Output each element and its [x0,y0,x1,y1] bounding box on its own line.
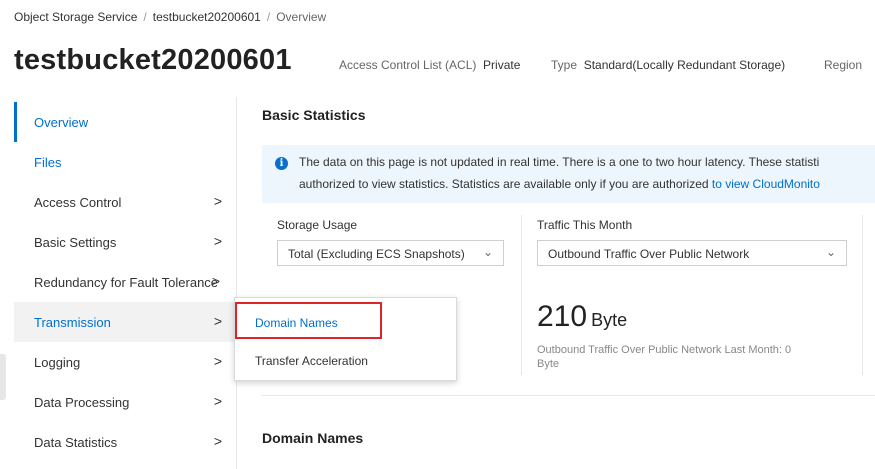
region-meta: Region [824,58,862,72]
sidebar-item-label: Files [34,154,62,170]
chevron-down-icon: ⌄ [482,245,493,259]
sidebar-divider [236,97,237,469]
page-title: testbucket20200601 [14,44,292,76]
basic-statistics-title: Basic Statistics [262,107,366,123]
submenu-item-label: Transfer Acceleration [255,354,368,368]
traffic-value: 210 Byte [537,300,627,334]
type-label: Type [551,58,578,72]
chevron-right-icon: > [213,233,222,249]
sidebar-item-label: Access Control [34,194,122,210]
section-divider [262,395,875,396]
sidebar-item-label: Basic Settings [34,234,117,250]
sidebar-item-label: Data Processing [34,394,130,410]
breadcrumb-separator: / [143,10,147,24]
acl-label: Access Control List (ACL) [339,58,477,72]
storage-usage-select-value: Total (Excluding ECS Snapshots) [288,247,465,261]
type-value: Standard(Locally Redundant Storage) [583,58,786,72]
sidebar-item-access-control[interactable]: Access Control > [14,182,236,222]
domain-names-title: Domain Names [262,430,364,446]
latency-notice: i The data on this page is not updated i… [262,145,875,203]
storage-usage-label: Storage Usage [277,218,358,232]
breadcrumb-item-oss[interactable]: Object Storage Service [14,10,137,24]
acl-value: Private [483,58,521,72]
type-meta: Type Standard(Locally Redundant Storage) [551,58,785,72]
storage-usage-select[interactable]: Total (Excluding ECS Snapshots) ⌄ [277,240,504,266]
chevron-right-icon: > [211,273,220,289]
sidebar-item-data-statistics[interactable]: Data Statistics > [14,422,236,462]
sidebar-item-label: Logging [34,354,81,370]
sidebar-item-overview[interactable]: Overview [14,102,236,142]
submenu-item-transfer-acceleration[interactable]: Transfer Acceleration [235,342,456,378]
sidebar-item-transmission[interactable]: Transmission > [14,302,236,342]
sidebar-item-label: Overview [34,114,89,130]
breadcrumb-item-bucket[interactable]: testbucket20200601 [153,10,261,24]
chevron-right-icon: > [213,393,222,409]
sidebar-item-logging[interactable]: Logging > [14,342,236,382]
chevron-right-icon: > [213,433,222,449]
chevron-down-icon: ⌄ [825,245,836,259]
sidebar-item-redundancy[interactable]: Redundancy for Fault Tolerance > [14,262,236,302]
card-divider [862,215,863,375]
sidebar-item-basic-settings[interactable]: Basic Settings > [14,222,236,262]
info-icon: i [275,157,288,170]
highlight-box [235,302,382,339]
collapse-handle[interactable] [0,354,6,400]
notice-line-1: The data on this page is not updated in … [299,155,820,169]
cloudmonitor-link[interactable]: to view CloudMonito [712,177,820,191]
sidebar-item-label: Redundancy for Fault Tolerance [34,274,219,290]
notice-line-2: authorized to view statistics. Statistic… [299,177,820,191]
traffic-note-line-2: Byte [537,358,560,370]
chevron-right-icon: > [213,313,222,329]
region-label: Region [824,58,863,72]
sidebar-item-files[interactable]: Files [14,142,236,182]
traffic-unit: Byte [591,310,628,330]
traffic-select[interactable]: Outbound Traffic Over Public Network ⌄ [537,240,847,266]
sidebar-item-label: Data Statistics [34,434,118,450]
breadcrumb-item-current: Overview [276,10,327,24]
acl-meta: Access Control List (ACL) Private [339,58,520,72]
breadcrumb-separator: / [266,10,271,24]
chevron-right-icon: > [213,193,222,209]
traffic-label: Traffic This Month [537,218,633,232]
traffic-number: 210 [537,300,588,333]
notice-line-2-text: authorized to view statistics. Statistic… [299,177,712,191]
card-divider [521,215,522,375]
sidebar-item-data-processing[interactable]: Data Processing > [14,382,236,422]
sidebar-item-label: Transmission [34,314,111,330]
traffic-note-line-1: Outbound Traffic Over Public Network Las… [537,344,792,356]
breadcrumb: Object Storage Service / testbucket2020060… [14,10,326,24]
traffic-select-value: Outbound Traffic Over Public Network [548,247,750,261]
chevron-right-icon: > [213,353,222,369]
